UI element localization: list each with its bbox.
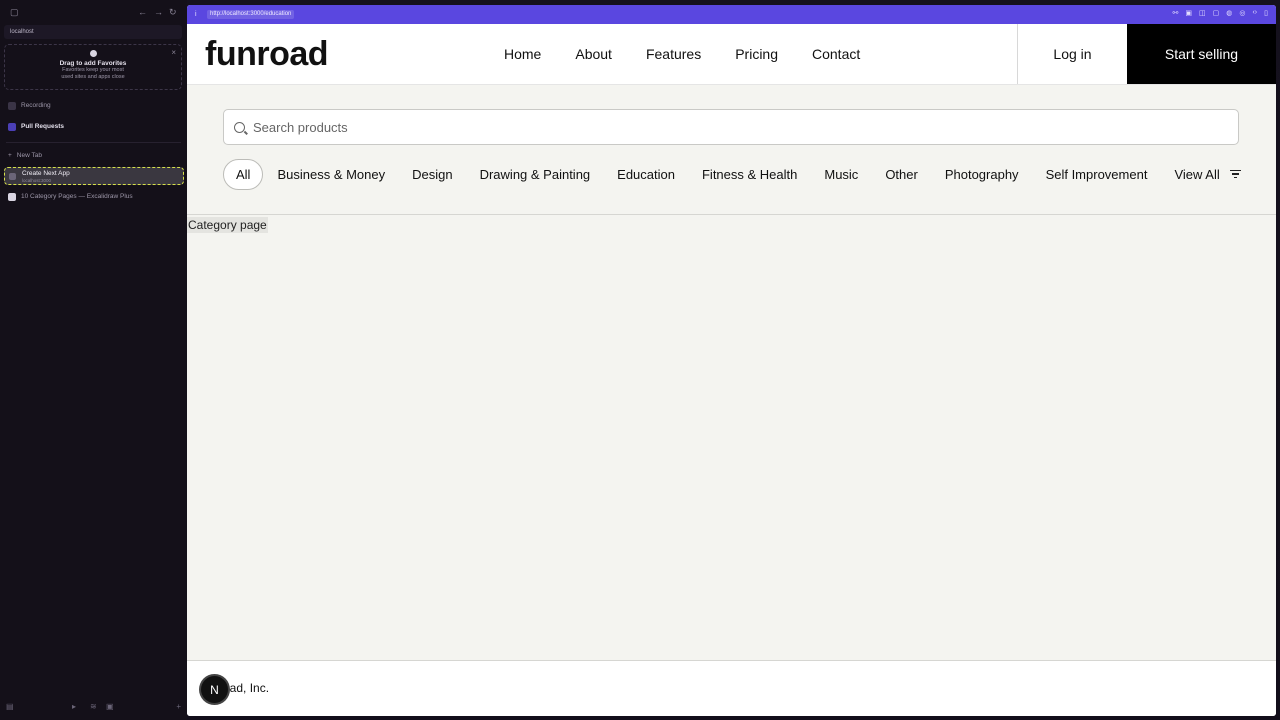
folder-icon xyxy=(8,102,16,110)
favorites-subtitle-line2: used sites and apps close xyxy=(61,74,125,80)
sidebar-divider xyxy=(6,142,181,143)
site-header: funroad Home About Features Pricing Cont… xyxy=(187,24,1276,85)
nextjs-devtools-icon[interactable]: N xyxy=(201,676,228,703)
tab-subtitle: localhost:3000 xyxy=(22,178,52,183)
favorites-icon xyxy=(89,50,97,57)
favorites-dropzone[interactable]: × Drag to add Favorites Favorites keep y… xyxy=(4,44,182,90)
page-heading: Category page xyxy=(187,217,268,233)
panel-icon[interactable]: ▯ xyxy=(1264,9,1268,17)
folder-icon xyxy=(8,123,16,131)
sidebar-footer: ▤ ▸ ≋ ▣ + xyxy=(6,702,181,714)
view-all-button[interactable]: View All xyxy=(1161,159,1253,190)
sidebar-item-pull-requests[interactable]: Pull Requests xyxy=(8,121,64,133)
category-self-improvement[interactable]: Self Improvement xyxy=(1033,159,1161,190)
main-nav: Home About Features Pricing Contact xyxy=(492,24,882,84)
reload-icon[interactable]: ↻ xyxy=(169,6,177,18)
search-filters-section: All Business & Money Design Drawing & Pa… xyxy=(187,85,1276,215)
back-arrow-icon[interactable]: ← xyxy=(138,6,147,18)
category-business-money[interactable]: Business & Money xyxy=(264,159,398,190)
excalidraw-icon xyxy=(8,193,16,201)
search-icon xyxy=(234,121,245,133)
sidebar-tab[interactable]: 10 Category Pages — Excalidraw Plus xyxy=(8,191,133,203)
favorites-subtitle-line1: Favorites keep your most xyxy=(62,67,124,73)
category-all[interactable]: All xyxy=(223,158,264,190)
page-icon xyxy=(9,173,16,180)
login-button[interactable]: Log in xyxy=(1017,24,1127,84)
wifi-icon[interactable]: ≋ xyxy=(90,702,97,711)
plus-icon: + xyxy=(8,152,12,159)
screenshot-icon[interactable]: ▣ xyxy=(1185,9,1192,17)
main-content: Category page xyxy=(187,215,1276,661)
category-fitness-health[interactable]: Fitness & Health xyxy=(689,159,810,190)
sidebar-item-label: Pull Requests xyxy=(21,123,64,130)
desktop-window: ▢ ← → ↻ localhost × Drag to add Favorite… xyxy=(0,0,1280,720)
site-footer: oad, Inc. N xyxy=(187,661,1276,716)
sidebar-toolbar: ▢ ← → ↻ xyxy=(8,6,181,18)
archive-icon[interactable]: ▤ xyxy=(6,702,14,711)
link-icon[interactable]: ⚯ xyxy=(1173,9,1179,17)
browser-viewport: i http://localhost:3000/education ⚯ ▣ ◫ … xyxy=(187,5,1276,716)
nav-about[interactable]: About xyxy=(563,40,624,68)
camera-icon[interactable]: ◫ xyxy=(1199,9,1206,17)
extension-icon[interactable]: ▢ xyxy=(1213,9,1220,17)
view-all-label: View All xyxy=(1174,166,1220,182)
sidebar-item-recording[interactable]: Recording xyxy=(8,100,51,112)
sidebar-tab-active[interactable]: Create Next App localhost:3000 xyxy=(4,167,184,185)
category-design[interactable]: Design xyxy=(399,159,465,190)
new-tab-button[interactable]: + New Tab xyxy=(8,150,42,162)
sidebar-toggle-icon[interactable]: ▢ xyxy=(10,6,19,18)
tool-icon[interactable]: ▣ xyxy=(106,702,114,711)
sidebar-item-label: New Tab xyxy=(16,152,42,159)
nav-contact[interactable]: Contact xyxy=(800,40,872,68)
category-photography[interactable]: Photography xyxy=(932,159,1032,190)
sidebar-item-label: Recording xyxy=(21,102,51,109)
category-drawing-painting[interactable]: Drawing & Painting xyxy=(467,159,604,190)
nav-home[interactable]: Home xyxy=(492,40,553,68)
browser-sidebar: ▢ ← → ↻ localhost × Drag to add Favorite… xyxy=(0,0,187,720)
start-selling-button[interactable]: Start selling xyxy=(1127,24,1276,84)
category-list: All Business & Money Design Drawing & Pa… xyxy=(223,158,1255,190)
code-icon[interactable]: ‹› xyxy=(1252,9,1257,17)
search-input[interactable] xyxy=(253,119,1153,135)
nav-pricing[interactable]: Pricing xyxy=(723,40,790,68)
media-icon[interactable]: ▸ xyxy=(72,702,76,711)
category-music[interactable]: Music xyxy=(811,159,871,190)
url-text[interactable]: http://localhost:3000/education xyxy=(207,10,295,19)
tab-title: 10 Category Pages — Excalidraw Plus xyxy=(21,193,133,200)
globe-icon[interactable]: ◍ xyxy=(1226,9,1232,17)
address-bar[interactable]: i http://localhost:3000/education ⚯ ▣ ◫ … xyxy=(187,5,1276,24)
site-logo[interactable]: funroad xyxy=(205,35,329,74)
target-icon[interactable]: ◎ xyxy=(1239,9,1245,17)
address-bar-tools: ⚯ ▣ ◫ ▢ ◍ ◎ ‹› ▯ xyxy=(1173,9,1269,17)
footer-copyright: oad, Inc. xyxy=(223,681,270,695)
forward-arrow-icon[interactable]: → xyxy=(154,6,163,18)
close-icon[interactable]: × xyxy=(171,48,176,57)
search-box[interactable] xyxy=(223,109,1239,145)
favorites-title: Drag to add Favorites xyxy=(59,60,127,67)
nav-features[interactable]: Features xyxy=(634,40,713,68)
filter-icon xyxy=(1229,170,1241,178)
plus-icon[interactable]: + xyxy=(176,702,181,711)
category-education[interactable]: Education xyxy=(604,159,688,190)
info-icon[interactable]: i xyxy=(195,11,207,18)
sidebar-url-field[interactable]: localhost xyxy=(4,25,182,39)
tab-title: Create Next App xyxy=(22,170,70,177)
category-other[interactable]: Other xyxy=(872,159,931,190)
